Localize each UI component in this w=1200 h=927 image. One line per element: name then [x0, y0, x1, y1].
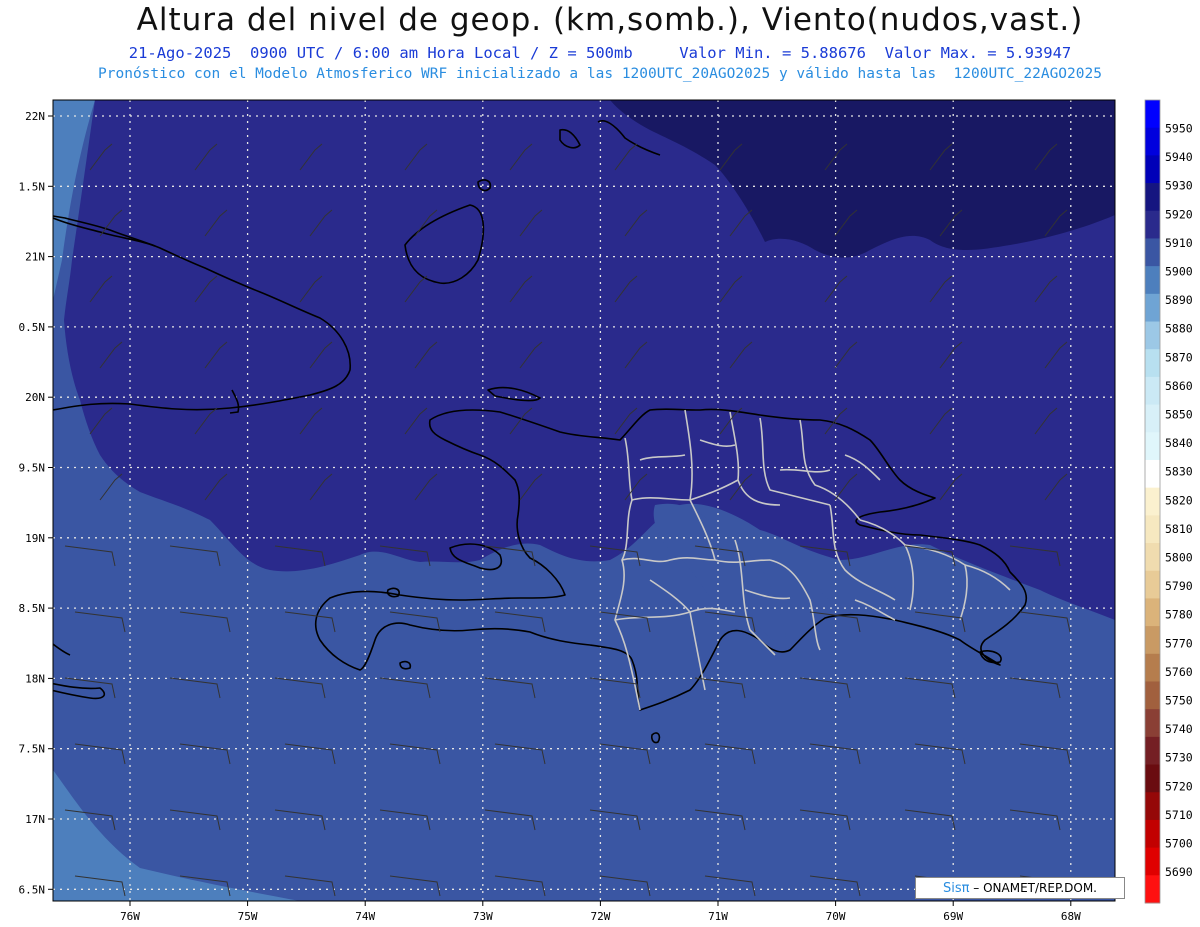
colorbar-label: 5750: [1165, 694, 1193, 708]
colorbar-label: 5850: [1165, 408, 1193, 422]
lon-label: 71W: [708, 910, 728, 923]
colorbar-label: 5790: [1165, 579, 1193, 593]
colorbar-swatch: [1145, 266, 1160, 295]
colorbar-swatch: [1145, 570, 1160, 599]
colorbar-swatch: [1145, 155, 1160, 184]
colorbar-label: 5880: [1165, 322, 1193, 336]
colorbar-swatch: [1145, 127, 1160, 156]
colorbar-label: 5690: [1165, 865, 1193, 879]
colorbar-swatch: [1145, 515, 1160, 544]
lat-label: 17N: [25, 813, 45, 826]
credit-text: – ONAMET/REP.DOM.: [969, 881, 1097, 895]
colorbar-label: 5840: [1165, 436, 1193, 450]
colorbar-label: 5910: [1165, 236, 1193, 250]
colorbar-swatch: [1145, 321, 1160, 350]
lon-label: 74W: [355, 910, 375, 923]
lat-label: 21N: [25, 251, 45, 264]
colorbar-swatch: [1145, 847, 1160, 876]
colorbar-swatch: [1145, 100, 1160, 129]
colorbar-swatch: [1145, 736, 1160, 766]
lon-label: 70W: [826, 910, 846, 923]
lat-label: 0.5N: [19, 321, 46, 334]
colorbar: 5950 5940 5930 5920 5910 5900 5890 5880 5870 5860…: [1144, 99, 1193, 904]
colorbar-swatch: [1145, 598, 1160, 627]
lon-label: 73W: [473, 910, 493, 923]
colorbar-swatch: [1145, 210, 1160, 239]
colorbar-swatch: [1145, 183, 1160, 212]
colorbar-label: 5740: [1165, 722, 1193, 736]
colorbar-swatch: [1145, 432, 1160, 461]
lat-label: 18N: [25, 672, 45, 685]
lat-label: 8.5N: [19, 602, 46, 615]
colorbar-label: 5710: [1165, 808, 1193, 822]
colorbar-swatch: [1145, 376, 1160, 406]
colorbar-label: 5730: [1165, 751, 1193, 765]
colorbar-label: 5770: [1165, 636, 1193, 650]
colorbar-label: 5870: [1165, 350, 1193, 364]
colorbar-swatch: [1145, 543, 1160, 572]
colorbar-label: 5890: [1165, 293, 1193, 307]
colorbar-label: 5920: [1165, 207, 1193, 221]
colorbar-label: 5860: [1165, 379, 1193, 393]
colorbar-label: 5760: [1165, 665, 1193, 679]
colorbar-label: 5810: [1165, 522, 1193, 536]
colorbar-swatch: [1145, 792, 1160, 821]
credit-badge: Sisπ – ONAMET/REP.DOM.: [915, 877, 1125, 899]
colorbar-swatch: [1145, 653, 1160, 682]
colorbar-label: 5930: [1165, 179, 1193, 193]
colorbar-label: 5950: [1165, 122, 1193, 136]
colorbar-label: 5830: [1165, 465, 1193, 479]
latitude-labels: 22N 1.5N 21N 0.5N 20N 9.5N 19N 8.5N 18N 7.5N 17N 6.…: [19, 110, 53, 896]
lon-label: 72W: [590, 910, 610, 923]
map-field: [53, 100, 1115, 901]
colorbar-label: 5900: [1165, 265, 1193, 279]
colorbar-swatch: [1145, 709, 1160, 738]
lon-label: 75W: [238, 910, 258, 923]
colorbar-swatch: [1145, 238, 1160, 267]
colorbar-swatch: [1145, 404, 1160, 433]
colorbar-swatch: [1145, 459, 1160, 489]
lon-label: 76W: [120, 910, 140, 923]
lon-label: 69W: [943, 910, 963, 923]
lat-label: 9.5N: [19, 462, 46, 475]
geopotential-map: 22N 1.5N 21N 0.5N 20N 9.5N 19N 8.5N 18N 7.5N 17N 6.…: [19, 99, 1193, 923]
colorbar-swatch: [1145, 349, 1160, 378]
sispi-logo: Sisπ: [943, 881, 970, 896]
lat-label: 1.5N: [19, 180, 46, 193]
colorbar-label: 5720: [1165, 779, 1193, 793]
colorbar-label: 5940: [1165, 150, 1193, 164]
colorbar-label: 5780: [1165, 608, 1193, 622]
longitude-labels: 76W 75W 74W 73W 72W 71W 70W 69W 68W: [120, 901, 1081, 923]
colorbar-swatch: [1145, 875, 1160, 904]
lat-label: 20N: [25, 391, 45, 404]
colorbar-label: 5800: [1165, 551, 1193, 565]
colorbar-label: 5820: [1165, 493, 1193, 507]
colorbar-swatch: [1145, 487, 1160, 516]
lat-label: 19N: [25, 532, 45, 545]
colorbar-swatch: [1145, 626, 1160, 655]
colorbar-label: 5700: [1165, 837, 1193, 851]
colorbar-swatch: [1145, 764, 1160, 793]
lat-label: 22N: [25, 110, 45, 123]
lon-label: 68W: [1061, 910, 1081, 923]
colorbar-swatch: [1145, 293, 1160, 323]
lat-label: 6.5N: [19, 883, 46, 896]
colorbar-swatch: [1145, 681, 1160, 710]
colorbar-swatch: [1145, 819, 1160, 849]
lat-label: 7.5N: [19, 743, 46, 756]
